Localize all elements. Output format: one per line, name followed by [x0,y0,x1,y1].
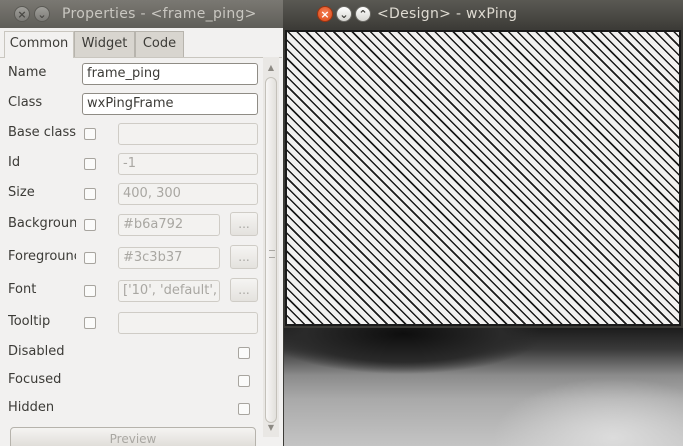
properties-titlebar[interactable]: × ⌄ Properties - <frame_ping> [0,0,283,28]
common-tab-panel: Name frame_ping Class wxPingFrame Base c… [0,57,282,446]
scroll-up-icon[interactable]: ▲ [263,61,279,75]
focused-checkbox[interactable] [238,375,250,387]
tab-common[interactable]: Common [4,31,74,58]
id-checkbox[interactable] [84,158,96,170]
design-titlebar[interactable]: × ⌄ ⌃ <Design> - wxPing [283,0,683,28]
hidden-checkbox[interactable] [238,403,250,415]
design-title: <Design> - wxPing [377,6,518,22]
name-input[interactable]: frame_ping [82,63,258,85]
font-select-button[interactable]: ... [230,278,258,302]
class-row: Class wxPingFrame [0,91,260,117]
disabled-row: Disabled [0,340,260,366]
scrollbar-thumb[interactable] [265,77,277,423]
tab-widget[interactable]: Widget [74,31,135,57]
font-label: Font [8,282,37,297]
size-checkbox[interactable] [84,188,96,200]
id-row: Id -1 [0,151,260,177]
base-class-row: Base class( [0,121,260,147]
foreground-label: Foregrounc [8,249,76,264]
properties-window: × ⌄ Properties - <frame_ping> Common Wid… [0,0,284,446]
scrollbar-grip-icon [269,250,275,258]
background-color-button[interactable]: ... [230,212,258,236]
hidden-label: Hidden [8,400,55,415]
properties-title: Properties - <frame_ping> [62,6,257,22]
size-label: Size [8,185,35,200]
design-canvas[interactable] [285,30,681,326]
tab-code[interactable]: Code [135,31,184,57]
tooltip-row: Tooltip [0,310,260,336]
base-class-label: Base class( [8,125,76,140]
class-input[interactable]: wxPingFrame [82,93,258,115]
tooltip-input[interactable] [118,312,258,334]
minimize-icon[interactable]: ⌄ [34,6,50,22]
hidden-row: Hidden [0,396,260,422]
desktop-background [283,328,683,446]
foreground-row: Foregrounc #3c3b37 ... [0,245,260,271]
font-checkbox[interactable] [84,285,96,297]
id-label: Id [8,155,21,170]
foreground-input[interactable]: #3c3b37 [118,247,220,269]
tooltip-label: Tooltip [8,314,51,329]
base-class-checkbox[interactable] [84,128,96,140]
name-row: Name frame_ping [0,61,260,87]
id-input[interactable]: -1 [118,153,258,175]
properties-scrollbar[interactable]: ▲ ▼ [263,57,279,437]
foreground-color-button[interactable]: ... [230,245,258,269]
maximize-icon[interactable]: ⌃ [355,6,371,22]
tooltip-checkbox[interactable] [84,317,96,329]
font-input[interactable]: ['10', 'default', 'r [118,280,220,302]
scroll-down-icon[interactable]: ▼ [263,421,279,435]
background-label: Backgroun [8,216,76,231]
background-row: Backgroun #b6a792 ... [0,212,260,238]
design-window: × ⌄ ⌃ <Design> - wxPing [283,0,683,328]
name-label: Name [8,65,47,80]
size-input[interactable]: 400, 300 [118,183,258,205]
focused-label: Focused [8,372,62,387]
class-label: Class [8,95,43,110]
disabled-label: Disabled [8,344,65,359]
base-class-input[interactable] [118,123,258,145]
disabled-checkbox[interactable] [238,347,250,359]
background-checkbox[interactable] [84,219,96,231]
size-row: Size 400, 300 [0,181,260,207]
foreground-checkbox[interactable] [84,252,96,264]
minimize-icon[interactable]: ⌄ [336,6,352,22]
focused-row: Focused [0,368,260,394]
close-icon[interactable]: × [317,6,333,22]
preview-button[interactable]: Preview [10,427,256,446]
background-input[interactable]: #b6a792 [118,214,220,236]
close-icon[interactable]: × [14,6,30,22]
font-row: Font ['10', 'default', 'r ... [0,278,260,304]
